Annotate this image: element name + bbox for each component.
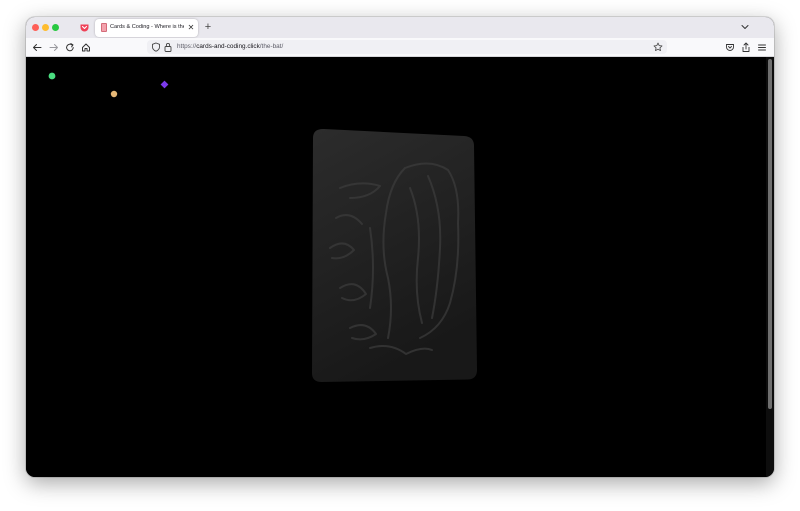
- tab-favicon: [101, 23, 107, 32]
- purple-particle: [160, 80, 169, 89]
- close-window-button[interactable]: [32, 24, 39, 31]
- page-content[interactable]: [26, 57, 774, 477]
- shield-icon[interactable]: [151, 42, 161, 52]
- star-icon[interactable]: [653, 42, 663, 52]
- url-prefix: https://: [177, 43, 197, 50]
- url-text[interactable]: https://cards-and-coding.click/the-bat/: [177, 40, 283, 54]
- browser-window: Cards & Coding - Where is the · ✕ + http…: [26, 17, 774, 477]
- navigation-toolbar: https://cards-and-coding.click/the-bat/: [26, 38, 774, 57]
- forward-arrow-icon[interactable]: [48, 41, 60, 54]
- scrollbar-thumb[interactable]: [768, 59, 772, 409]
- url-path: /the-bat/: [259, 43, 284, 50]
- tab-bar: Cards & Coding - Where is the · ✕ +: [26, 17, 774, 38]
- minimize-window-button[interactable]: [42, 24, 49, 31]
- menu-icon[interactable]: [756, 41, 768, 54]
- pocket-icon[interactable]: [79, 22, 90, 33]
- zoom-window-button[interactable]: [52, 24, 59, 31]
- lock-icon[interactable]: [163, 41, 173, 53]
- scrollbar[interactable]: [766, 57, 774, 477]
- share-icon[interactable]: [740, 41, 752, 54]
- reload-icon[interactable]: [64, 41, 76, 54]
- back-arrow-icon[interactable]: [31, 41, 43, 54]
- playing-card[interactable]: [310, 128, 480, 384]
- green-particle: [48, 72, 56, 80]
- tab-title: Cards & Coding - Where is the ·: [110, 24, 184, 30]
- active-tab[interactable]: Cards & Coding - Where is the · ✕: [95, 19, 198, 37]
- home-icon[interactable]: [80, 41, 92, 54]
- plus-icon[interactable]: +: [202, 19, 214, 36]
- chevron-down-icon[interactable]: [740, 21, 750, 33]
- orange-particle: [110, 90, 118, 98]
- close-icon[interactable]: ✕: [186, 22, 196, 33]
- pocket-save-icon[interactable]: [724, 41, 736, 54]
- url-bar[interactable]: https://cards-and-coding.click/the-bat/: [147, 40, 667, 54]
- url-host: cards-and-coding.click: [196, 43, 260, 50]
